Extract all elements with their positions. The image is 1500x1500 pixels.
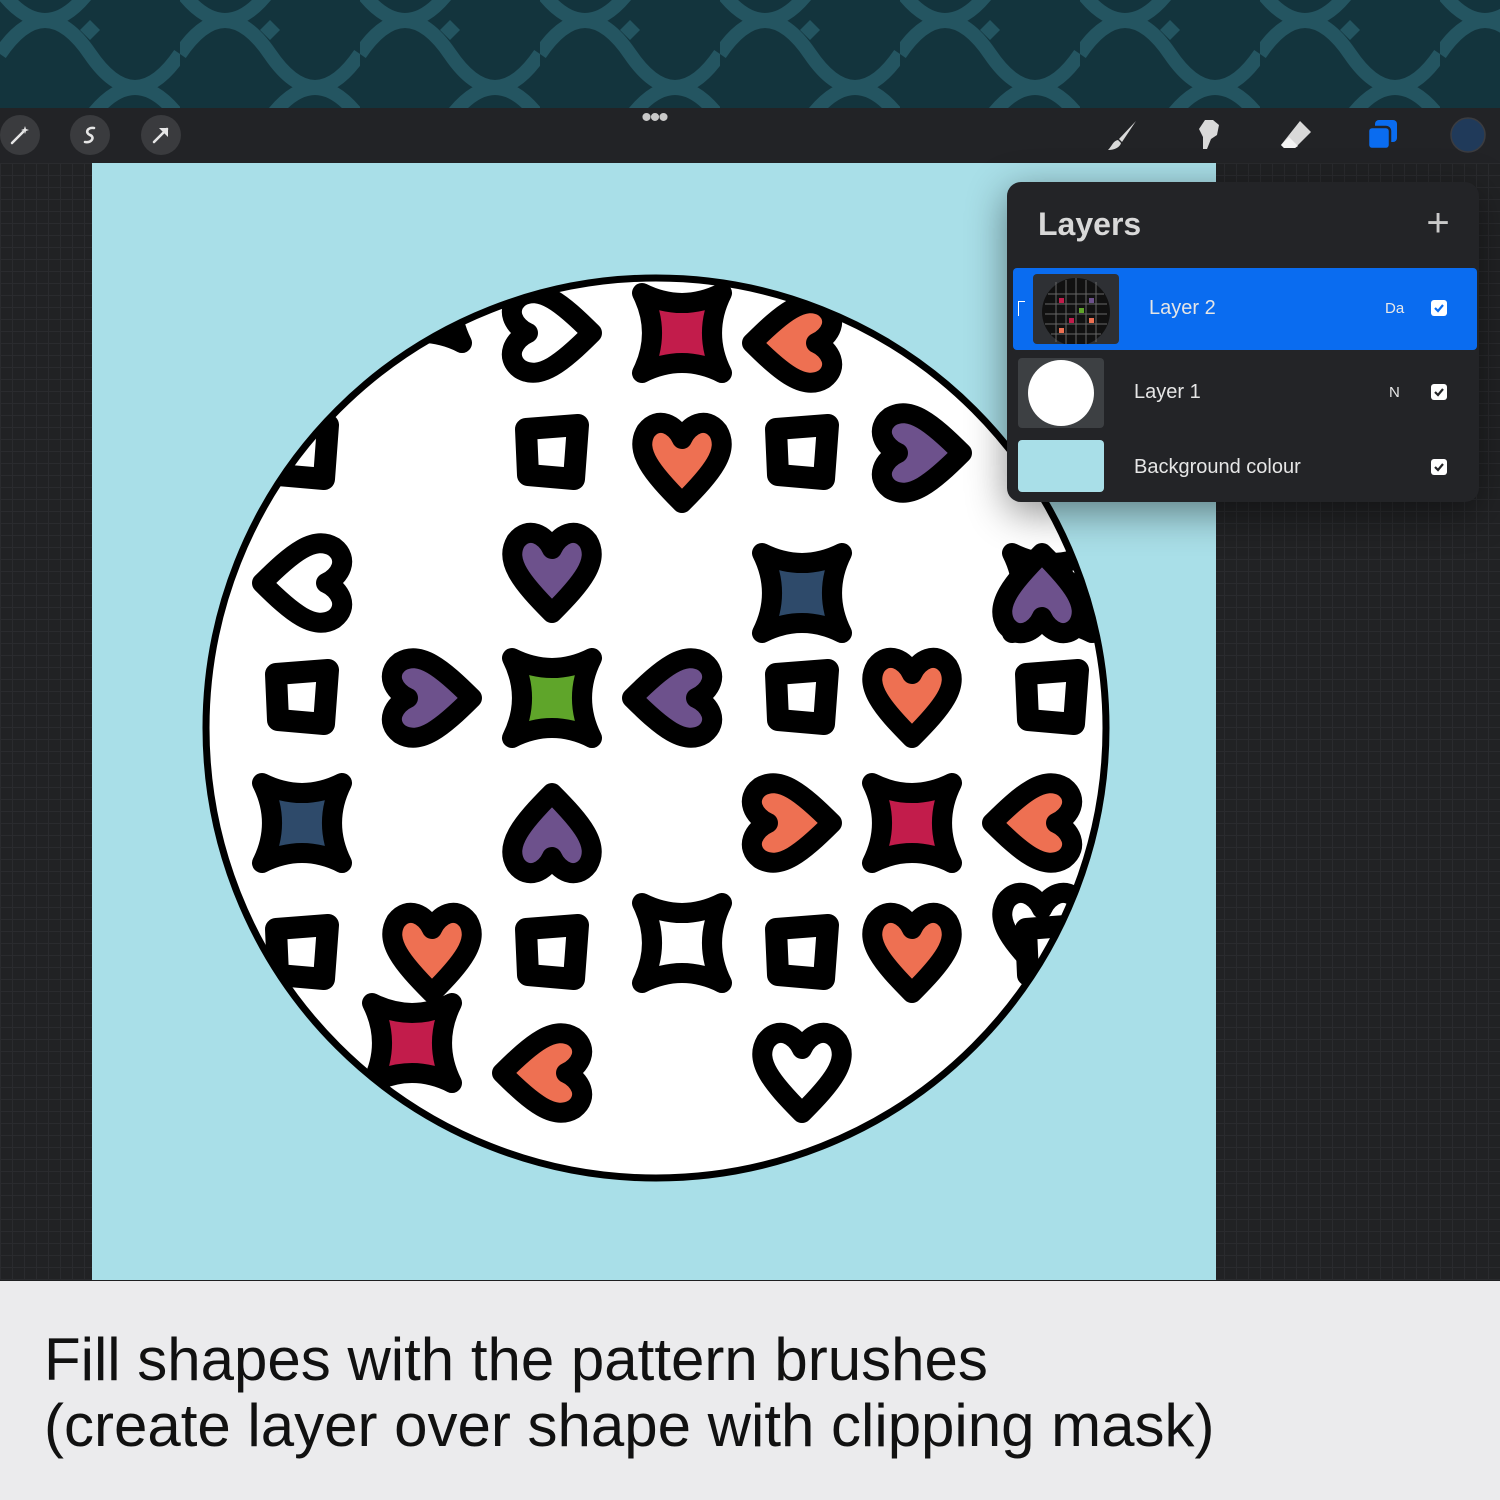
caption-line-2: (create layer over shape with clipping m… bbox=[44, 1392, 1215, 1459]
caption-line-1: Fill shapes with the pattern brushes bbox=[44, 1326, 988, 1393]
layer-2-name: Layer 2 bbox=[1149, 297, 1216, 319]
layer-1-visibility-checkbox[interactable] bbox=[1431, 384, 1447, 400]
layer-2-visibility-checkbox[interactable] bbox=[1431, 300, 1447, 316]
layer-1-thumbnail bbox=[1018, 358, 1104, 428]
banner-pattern bbox=[0, 0, 1500, 108]
eraser-icon[interactable] bbox=[1276, 115, 1316, 155]
layer-1-blend-mode[interactable]: N bbox=[1389, 384, 1400, 401]
layer-row-layer-1[interactable]: Layer 1 N bbox=[1013, 352, 1477, 434]
selection-icon[interactable] bbox=[70, 115, 110, 155]
smudge-icon[interactable] bbox=[1189, 115, 1229, 155]
decorative-banner bbox=[0, 0, 1500, 108]
transform-icon[interactable] bbox=[141, 115, 181, 155]
actions-menu-button[interactable]: ••• bbox=[626, 103, 682, 134]
top-toolbar bbox=[0, 108, 1500, 163]
clipping-mask-icon bbox=[1018, 301, 1025, 316]
background-colour-name: Background colour bbox=[1134, 456, 1301, 478]
brush-icon[interactable] bbox=[1103, 115, 1143, 155]
add-layer-button[interactable]: + bbox=[1419, 203, 1457, 243]
layers-panel-title: Layers bbox=[1038, 206, 1142, 242]
layer-row-layer-2[interactable]: Layer 2 Da bbox=[1013, 268, 1477, 350]
layer-row-background-colour[interactable]: Background colour bbox=[1013, 434, 1477, 498]
layer-1-name: Layer 1 bbox=[1134, 381, 1201, 403]
colour-picker[interactable] bbox=[1448, 115, 1488, 155]
caption-area: Fill shapes with the pattern brushes (cr… bbox=[0, 1281, 1500, 1500]
background-colour-swatch bbox=[1018, 440, 1104, 492]
adjustments-icon[interactable] bbox=[0, 115, 40, 155]
background-visibility-checkbox[interactable] bbox=[1431, 459, 1447, 475]
layers-icon[interactable] bbox=[1362, 115, 1402, 155]
layer-2-thumbnail bbox=[1033, 274, 1119, 344]
layers-panel: Layers + Layer 2 Da Layer 1 N Background… bbox=[1007, 182, 1479, 502]
layer-2-blend-mode[interactable]: Da bbox=[1385, 300, 1404, 317]
